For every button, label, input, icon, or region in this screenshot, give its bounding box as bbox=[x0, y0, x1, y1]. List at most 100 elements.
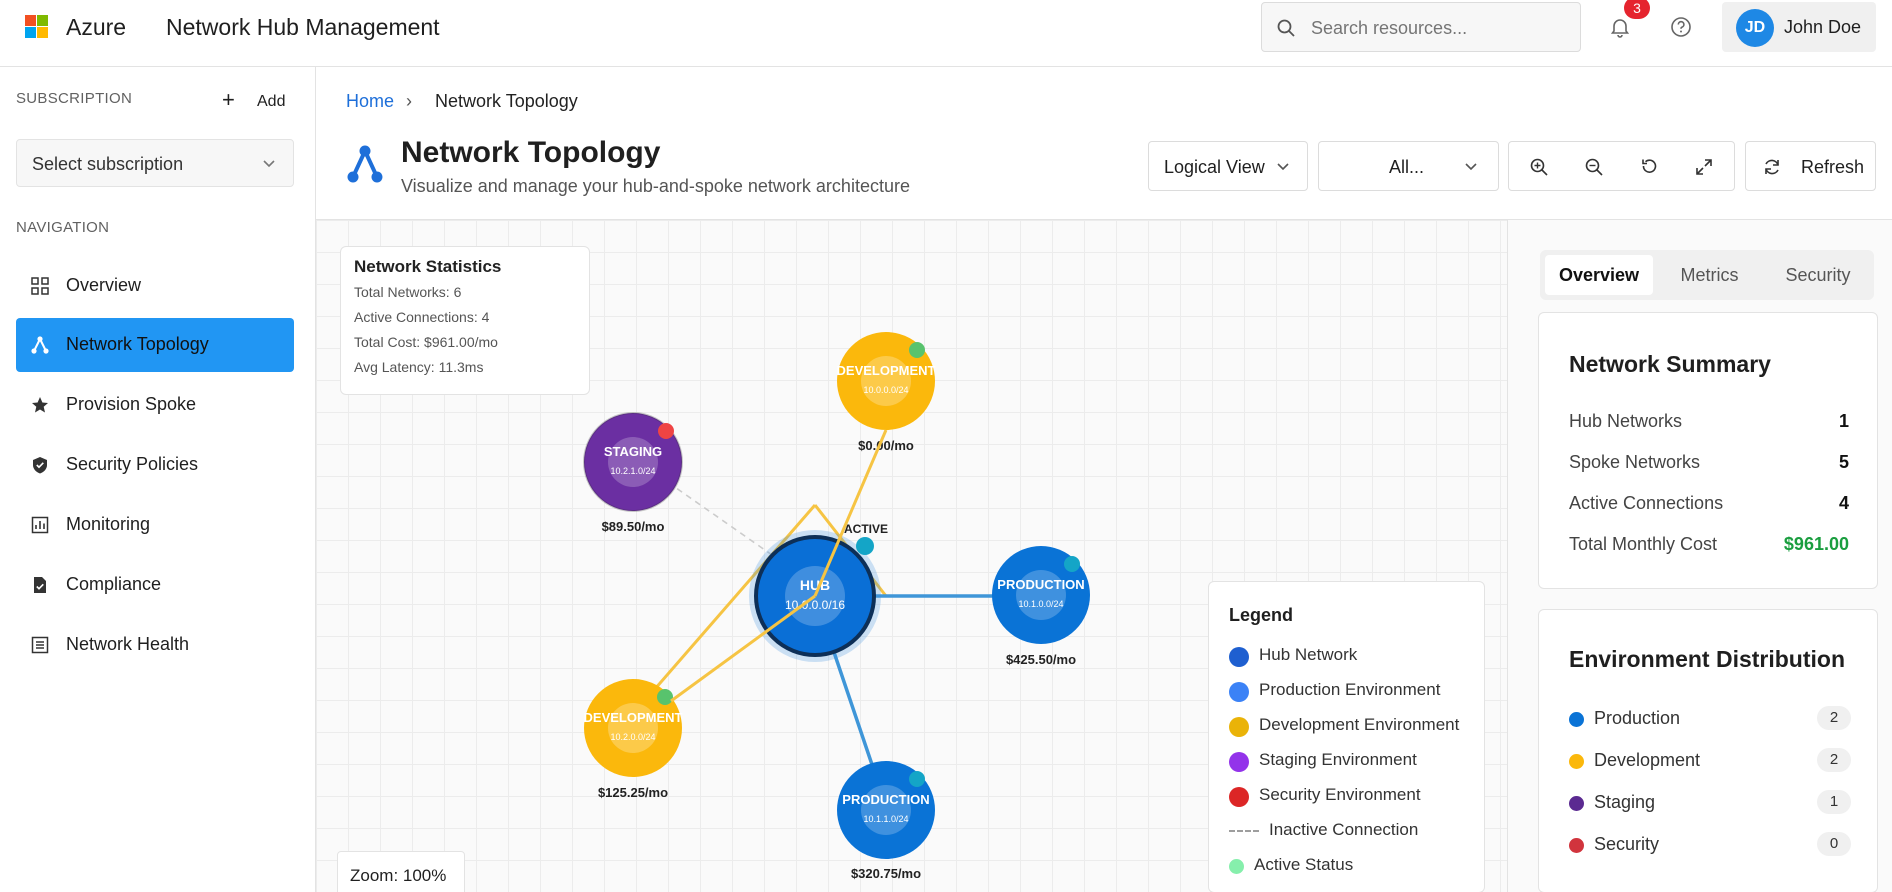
dashed-line-icon bbox=[1229, 830, 1259, 832]
sidebar-item-label: Compliance bbox=[66, 574, 162, 594]
sidebar-item-security-policies[interactable]: Security Policies bbox=[16, 438, 294, 492]
legend-dot bbox=[1229, 717, 1249, 737]
search-icon bbox=[1277, 19, 1295, 37]
status-dot bbox=[657, 689, 673, 705]
legend-panel: Legend Hub Network Production Environmen… bbox=[1208, 581, 1485, 892]
user-menu[interactable]: JD John Doe bbox=[1722, 2, 1876, 52]
shield-icon bbox=[33, 457, 47, 474]
details-panel: Overview Metrics Security Network Summar… bbox=[1507, 219, 1892, 892]
filter-select[interactable]: All... bbox=[1318, 141, 1499, 191]
grid-icon bbox=[31, 277, 49, 295]
sidebar-item-monitoring[interactable]: Monitoring bbox=[16, 498, 294, 552]
top-bar: Azure Network Hub Management Search reso… bbox=[0, 0, 1892, 67]
subscription-label: SUBSCRIPTION bbox=[16, 90, 133, 107]
network-node-production-2[interactable]: PRODUCTION 10.1.1.0/24 $320.75/mo bbox=[837, 761, 935, 881]
user-name: John Doe bbox=[1784, 17, 1862, 37]
brand-name[interactable]: Azure bbox=[66, 14, 126, 41]
chevron-down-icon bbox=[263, 160, 275, 168]
search-placeholder: Search resources... bbox=[1311, 18, 1468, 38]
node-cost: $0.00/mo bbox=[858, 438, 914, 453]
subscription-select-value: Select subscription bbox=[32, 154, 184, 174]
statistics-line: Total Cost: $961.00/mo bbox=[354, 334, 498, 350]
add-label: Add bbox=[257, 93, 286, 110]
page-title: Network Topology bbox=[401, 136, 661, 169]
sidebar-item-label: Provision Spoke bbox=[66, 394, 197, 414]
chevron-down-icon bbox=[1465, 163, 1477, 171]
microsoft-logo-icon bbox=[25, 15, 48, 38]
node-cost: $89.50/mo bbox=[602, 519, 665, 534]
star-icon bbox=[32, 397, 48, 413]
topology-canvas[interactable]: STAGING 10.2.1.0/24 $89.50/mo DEVELOPMEN… bbox=[316, 219, 1507, 892]
breadcrumb: Home › Network Topology bbox=[346, 91, 578, 112]
tab-metrics[interactable]: Metrics bbox=[1657, 255, 1762, 295]
sidebar-item-label: Security Policies bbox=[66, 454, 199, 474]
reset-icon[interactable] bbox=[1639, 157, 1659, 177]
breadcrumb-home-link[interactable]: Home bbox=[346, 91, 394, 111]
refresh-icon bbox=[1765, 159, 1779, 175]
node-cidr: 10.1.0.0/24 bbox=[1018, 599, 1063, 609]
sidebar-item-compliance[interactable]: Compliance bbox=[16, 558, 294, 612]
legend-dot bbox=[1229, 787, 1249, 807]
refresh-button[interactable]: Refresh bbox=[1745, 141, 1876, 191]
breadcrumb-separator: › bbox=[406, 91, 412, 111]
network-node-development-1[interactable]: DEVELOPMENT 10.0.0.0/24 $0.00/mo bbox=[837, 332, 936, 453]
sidebar-item-label: Network Topology bbox=[66, 334, 209, 354]
app-title: Network Hub Management bbox=[166, 14, 440, 40]
status-dot bbox=[658, 423, 674, 439]
node-name: STAGING bbox=[604, 444, 662, 459]
statistics-line: Avg Latency: 11.3ms bbox=[354, 359, 484, 375]
plus-icon: + bbox=[222, 87, 235, 112]
node-cost: $320.75/mo bbox=[851, 866, 921, 881]
chart-icon bbox=[31, 516, 49, 534]
checklist-icon bbox=[34, 577, 46, 593]
sidebar-item-provision-spoke[interactable]: Provision Spoke bbox=[16, 378, 294, 432]
breadcrumb-current: Network Topology bbox=[435, 91, 578, 111]
node-cost: $425.50/mo bbox=[1006, 652, 1076, 667]
search-input[interactable]: Search resources... bbox=[1261, 2, 1581, 52]
sidebar-item-network-topology[interactable]: Network Topology bbox=[16, 318, 294, 372]
sidebar-item-label: Overview bbox=[66, 275, 142, 295]
status-dot bbox=[909, 771, 925, 787]
view-select[interactable]: Logical View bbox=[1148, 141, 1308, 191]
node-name: DEVELOPMENT bbox=[584, 710, 683, 725]
node-name: PRODUCTION bbox=[997, 577, 1084, 592]
details-tabs: Overview Metrics Security bbox=[1540, 250, 1874, 300]
subscription-select[interactable]: Select subscription bbox=[16, 139, 294, 187]
sidebar-item-label: Network Health bbox=[66, 634, 190, 654]
network-node-staging[interactable]: STAGING 10.2.1.0/24 $89.50/mo bbox=[583, 412, 683, 534]
sidebar-item-overview[interactable]: Overview bbox=[16, 259, 294, 313]
list-icon bbox=[31, 636, 49, 654]
zoom-in-icon[interactable] bbox=[1529, 157, 1549, 177]
network-node-development-2[interactable]: DEVELOPMENT 10.2.0.0/24 $125.25/mo bbox=[584, 679, 683, 800]
navigation-label: NAVIGATION bbox=[16, 219, 110, 236]
zoom-out-icon[interactable] bbox=[1584, 157, 1604, 177]
zoom-level: Zoom: 100% bbox=[350, 866, 447, 885]
node-cost: $125.25/mo bbox=[598, 785, 668, 800]
node-name: PRODUCTION bbox=[842, 792, 929, 807]
page-subtitle: Visualize and manage your hub-and-spoke … bbox=[401, 176, 910, 196]
legend-title: Legend bbox=[1229, 605, 1294, 625]
view-select-value: Logical View bbox=[1164, 157, 1265, 177]
network-summary-title: Network Summary bbox=[1569, 351, 1771, 377]
tab-overview[interactable]: Overview bbox=[1545, 255, 1653, 295]
node-cidr: 10.0.0.0/24 bbox=[863, 385, 908, 395]
network-summary-card: Network Summary Hub Networks 1 Spoke Netw… bbox=[1538, 312, 1878, 589]
node-cidr: 10.2.0.0/24 bbox=[610, 732, 655, 742]
notification-badge: 3 bbox=[1624, 0, 1650, 19]
help-icon[interactable] bbox=[1670, 16, 1692, 38]
fullscreen-icon[interactable] bbox=[1694, 157, 1714, 177]
bell-icon[interactable] bbox=[1609, 16, 1631, 38]
status-dot bbox=[1064, 556, 1080, 572]
tab-security[interactable]: Security bbox=[1766, 255, 1870, 295]
summary-row-active-connections: Active Connections 4 bbox=[1569, 493, 1849, 513]
legend-dot bbox=[1229, 752, 1249, 772]
statistics-title: Network Statistics bbox=[354, 257, 502, 276]
sidebar-item-network-health[interactable]: Network Health bbox=[16, 618, 294, 672]
network-node-production-1[interactable]: PRODUCTION 10.1.0.0/24 $425.50/mo bbox=[992, 546, 1090, 667]
zoom-indicator: Zoom: 100% bbox=[337, 851, 465, 892]
summary-row-hub-networks: Hub Networks 1 bbox=[1569, 411, 1849, 431]
node-cidr: 10.2.1.0/24 bbox=[610, 466, 655, 476]
status-dot bbox=[909, 342, 925, 358]
statistics-line: Active Connections: 4 bbox=[354, 309, 490, 325]
node-cidr: 10.1.1.0/24 bbox=[863, 814, 908, 824]
